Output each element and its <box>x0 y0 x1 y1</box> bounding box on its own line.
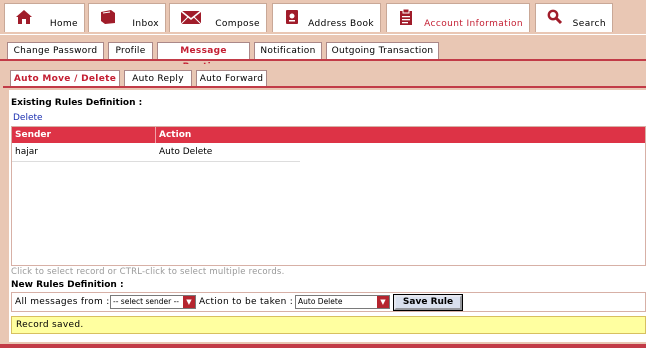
address-book-icon <box>286 10 298 24</box>
inner-tab-auto-forward[interactable]: Auto Forward <box>196 70 267 87</box>
nav-tab-compose-label: Compose <box>215 19 260 29</box>
nav-tab-compose[interactable]: Compose <box>169 3 267 32</box>
from-label: All messages from : <box>15 297 110 307</box>
rules-table-header: Sender Action <box>12 127 645 143</box>
save-rule-button[interactable]: Save Rule <box>393 294 463 311</box>
inner-tab-bar: Auto Move / Delete Auto Reply Auto Forwa… <box>3 64 646 90</box>
account-information-icon <box>400 8 412 25</box>
sender-select-value: -- select sender -- <box>113 297 179 306</box>
inner-tab-auto-reply[interactable]: Auto Reply <box>124 70 192 87</box>
action-select-value: Auto Delete <box>298 297 343 306</box>
nav-tab-inbox-label: Inbox <box>132 19 159 29</box>
nav-tab-home[interactable]: Home <box>4 3 85 32</box>
nav-tab-home-label: Home <box>49 19 78 29</box>
content-panel: Existing Rules Definition : Delete Sende… <box>9 90 646 342</box>
action-label: Action to be taken : <box>199 297 294 307</box>
inner-tab-auto-move-delete[interactable]: Auto Move / Delete <box>10 70 120 87</box>
cell-sender: hajar <box>15 147 38 157</box>
nav-tab-search-label: Search <box>572 19 606 29</box>
nav-tab-address-book-label: Address Book <box>308 19 374 29</box>
column-header-sender[interactable]: Sender <box>15 130 51 140</box>
selection-hint: Click to select record or CTRL-click to … <box>11 267 285 277</box>
action-select[interactable]: Auto Delete ▼ <box>295 295 390 309</box>
nav-tab-inbox[interactable]: Inbox <box>88 3 166 32</box>
cell-action: Auto Delete <box>159 147 213 157</box>
status-text: Record saved. <box>16 320 84 330</box>
subtab-outgoing-transaction[interactable]: Outgoing Transaction <box>326 42 439 59</box>
home-icon <box>16 10 32 24</box>
top-navigation: Home Inbox Compose Address Book Account … <box>0 0 646 34</box>
sub-tab-bar: Change Password Profile Message Routing … <box>0 34 646 72</box>
column-header-action[interactable]: Action <box>159 130 191 140</box>
chevron-down-icon[interactable]: ▼ <box>377 296 389 308</box>
new-rule-form: All messages from : -- select sender -- … <box>11 292 646 312</box>
nav-tab-account-information[interactable]: Account Information <box>386 3 530 32</box>
subtab-change-password[interactable]: Change Password <box>7 42 104 59</box>
column-separator <box>155 127 156 143</box>
inbox-icon <box>101 10 115 24</box>
status-message: Record saved. <box>11 316 646 334</box>
subtab-notification[interactable]: Notification <box>254 42 322 59</box>
nav-tab-account-information-label: Account Information <box>424 19 523 29</box>
existing-rules-title: Existing Rules Definition : <box>11 98 143 108</box>
subtab-divider <box>0 59 646 61</box>
chevron-down-icon[interactable]: ▼ <box>183 296 195 308</box>
sender-select[interactable]: -- select sender -- ▼ <box>110 295 196 309</box>
bottom-border <box>0 344 646 348</box>
table-row[interactable]: hajar Auto Delete <box>12 143 300 162</box>
compose-icon <box>180 10 202 25</box>
nav-tab-address-book[interactable]: Address Book <box>272 3 381 32</box>
delete-link[interactable]: Delete <box>13 113 43 123</box>
new-rules-title: New Rules Definition : <box>11 280 124 290</box>
subtab-message-routing[interactable]: Message Routing <box>157 42 250 72</box>
nav-tab-search[interactable]: Search <box>535 3 613 32</box>
search-icon <box>547 9 563 25</box>
subtab-profile[interactable]: Profile <box>108 42 153 59</box>
inner-tab-divider <box>3 86 646 88</box>
rules-table[interactable]: Sender Action hajar Auto Delete <box>11 126 646 266</box>
